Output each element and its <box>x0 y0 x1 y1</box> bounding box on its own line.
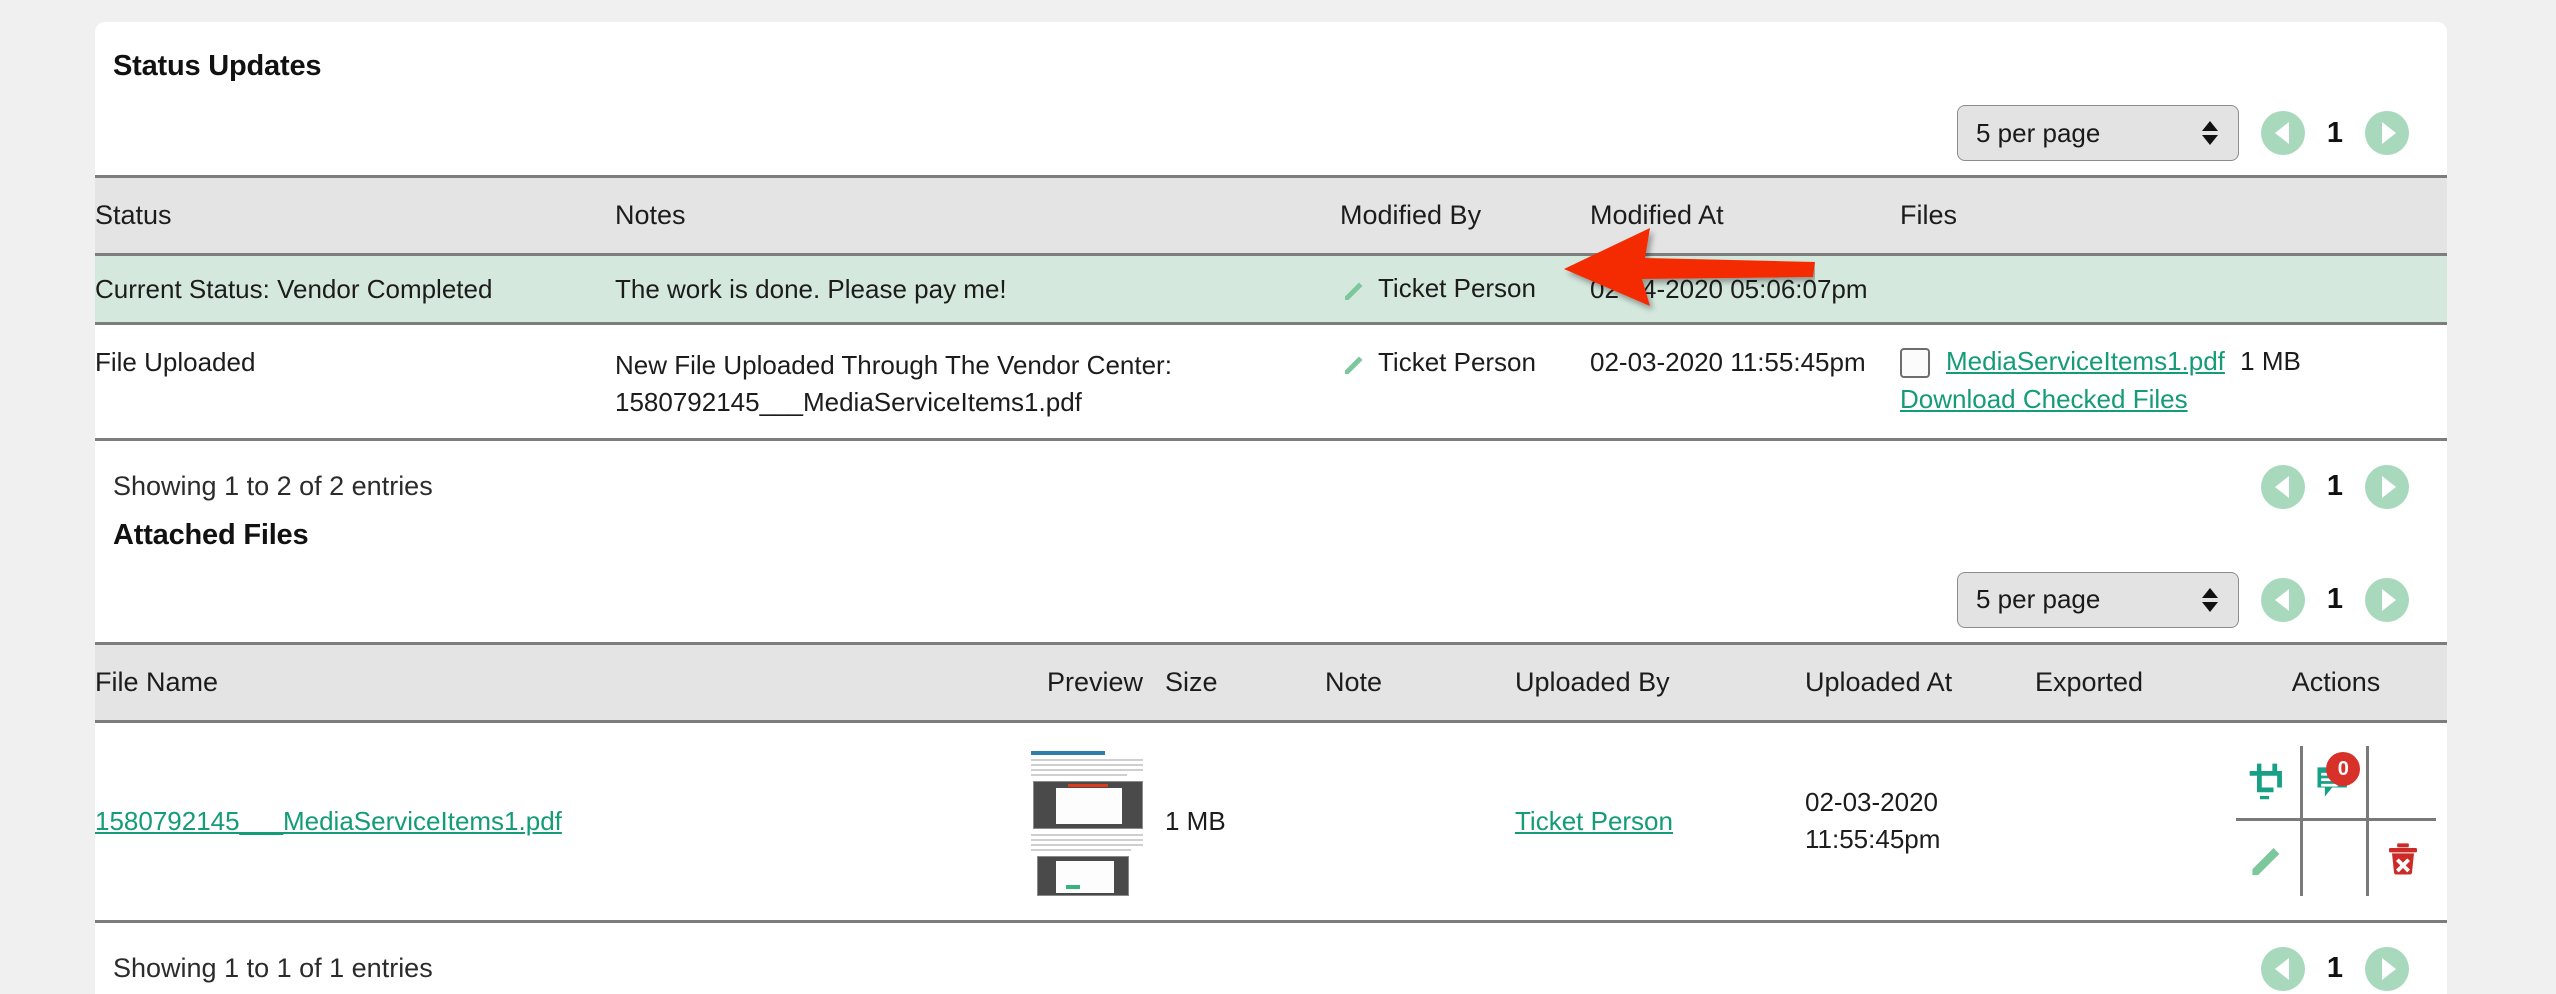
files-footer-prev-button[interactable] <box>2261 946 2305 991</box>
table-row[interactable]: Current Status: Vendor Completed The wor… <box>95 254 2447 326</box>
files-footer-next-button[interactable] <box>2365 946 2409 991</box>
chevron-updown-icon <box>2202 587 2218 612</box>
col-uploaded-by: Uploaded By <box>1515 641 1805 723</box>
files-cell <box>1900 254 2447 326</box>
actions-empty-top-right <box>2369 746 2436 822</box>
status-footer-pager: 1 <box>2261 464 2409 509</box>
status-table-header-row: Status Notes Modified By Modified At Fil… <box>95 175 2447 256</box>
files-next-page-button[interactable] <box>2365 577 2409 622</box>
files-prev-page-button[interactable] <box>2261 577 2305 622</box>
attached-files-toolbar: 5 per page 1 <box>95 552 2447 642</box>
content-card: Status Updates 5 per page 1 Status Notes… <box>95 22 2447 994</box>
delete-action[interactable] <box>2369 821 2436 896</box>
status-footer-page-number: 1 <box>2326 470 2344 503</box>
pencil-icon[interactable] <box>1340 275 1370 305</box>
col-preview: Preview <box>1025 641 1165 723</box>
file-thumbnail[interactable] <box>1025 746 1153 897</box>
uploaded-at-cell: 02-03-2020 11:55:45pm <box>1805 721 2035 923</box>
col-status: Status <box>95 175 615 256</box>
col-notes: Notes <box>615 175 1340 256</box>
notes-cell: New File Uploaded Through The Vendor Cen… <box>615 323 1340 441</box>
preview-cell <box>1025 721 1165 923</box>
status-updates-toolbar: 5 per page 1 <box>95 83 2447 175</box>
file-actions-grid: 0 <box>2236 746 2436 897</box>
file-name-cell: 1580792145___MediaServiceItems1.pdf <box>95 721 1025 923</box>
file-name-link[interactable]: 1580792145___MediaServiceItems1.pdf <box>95 806 562 836</box>
status-page-number: 1 <box>2326 116 2344 149</box>
delete-icon <box>2388 843 2417 875</box>
files-showing-entries: Showing 1 to 1 of 1 entries <box>113 953 433 984</box>
status-footer-next-button[interactable] <box>2365 464 2409 509</box>
file-checkbox[interactable] <box>1900 348 1930 379</box>
attached-files-table: File Name Preview Size Note Uploaded By … <box>95 641 2447 923</box>
files-page-number: 1 <box>2326 583 2344 616</box>
col-modified-at: Modified At <box>1590 175 1900 256</box>
files-cell: MediaServiceItems1.pdf 1 MB Download Che… <box>1900 323 2447 441</box>
attached-files-title: Attached Files <box>113 518 309 551</box>
files-per-page-value: 5 per page <box>1976 584 2101 615</box>
col-file-name: File Name <box>95 641 1025 723</box>
exported-cell <box>2035 721 2225 923</box>
modified-at-cell: 02-04-2020 05:06:07pm <box>1590 254 1900 326</box>
status-per-page-select[interactable]: 5 per page <box>1957 105 2239 161</box>
col-uploaded-at: Uploaded At <box>1805 641 2035 723</box>
col-files: Files <box>1900 175 2447 256</box>
files-table-header-row: File Name Preview Size Note Uploaded By … <box>95 641 2447 723</box>
modified-by-cell: Ticket Person <box>1340 254 1590 326</box>
col-size: Size <box>1165 641 1325 723</box>
col-actions: Actions <box>2225 641 2447 723</box>
chevron-updown-icon <box>2202 121 2218 145</box>
uploaded-by-cell: Ticket Person <box>1515 721 1805 923</box>
status-per-page-value: 5 per page <box>1976 117 2101 148</box>
table-row[interactable]: File Uploaded New File Uploaded Through … <box>95 323 2447 441</box>
modified-at-cell: 02-03-2020 11:55:45pm <box>1590 323 1900 441</box>
status-next-page-button[interactable] <box>2365 111 2409 155</box>
pencil-icon <box>2252 847 2280 876</box>
modified-by-value: Ticket Person <box>1378 347 1536 378</box>
download-checked-files-link[interactable]: Download Checked Files <box>1900 384 2188 414</box>
status-cell: Current Status: Vendor Completed <box>95 254 615 326</box>
files-footer-page-number: 1 <box>2326 952 2344 985</box>
table-row[interactable]: 1580792145___MediaServiceItems1.pdf 1 MB… <box>95 721 2447 923</box>
uploaded-at-time: 11:55:45pm <box>1805 824 1941 855</box>
col-exported: Exported <box>2035 641 2225 723</box>
comment-action[interactable]: 0 <box>2302 746 2370 822</box>
status-updates-table: Status Notes Modified By Modified At Fil… <box>95 175 2447 441</box>
files-footer-pager: 1 <box>2261 946 2409 991</box>
status-updates-title: Status Updates <box>113 50 322 82</box>
pencil-icon[interactable] <box>1340 349 1370 379</box>
notes-line-2: 1580792145___MediaServiceItems1.pdf <box>615 387 1082 418</box>
uploaded-by-link[interactable]: Ticket Person <box>1515 806 1673 836</box>
file-size: 1 MB <box>2240 346 2301 377</box>
notes-line-1: New File Uploaded Through The Vendor Cen… <box>615 350 1172 381</box>
actions-cell: 0 <box>2225 721 2447 923</box>
edit-action[interactable] <box>2236 821 2303 897</box>
notes-cell: The work is done. Please pay me! <box>615 254 1340 326</box>
col-note: Note <box>1325 641 1515 723</box>
modified-by-value: Ticket Person <box>1378 273 1536 303</box>
status-prev-page-button[interactable] <box>2261 111 2305 155</box>
status-showing-entries: Showing 1 to 2 of 2 entries <box>113 471 433 502</box>
status-pager: 1 <box>2261 111 2409 155</box>
modified-by-cell: Ticket Person <box>1340 323 1590 441</box>
status-cell: File Uploaded <box>95 323 615 441</box>
actions-empty-bottom-middle <box>2303 821 2370 897</box>
status-footer-prev-button[interactable] <box>2261 464 2305 509</box>
files-pager: 1 <box>2261 577 2409 622</box>
col-modified-by: Modified By <box>1340 175 1590 256</box>
page-root: Status Updates 5 per page 1 Status Notes… <box>0 0 2556 994</box>
files-per-page-select[interactable]: 5 per page <box>1957 571 2239 628</box>
note-cell <box>1325 721 1515 923</box>
crop-icon <box>2249 764 2282 800</box>
file-link[interactable]: MediaServiceItems1.pdf <box>1946 346 2225 376</box>
uploaded-at-date: 02-03-2020 <box>1805 786 1938 817</box>
crop-action[interactable] <box>2236 746 2303 822</box>
size-cell: 1 MB <box>1165 721 1325 923</box>
